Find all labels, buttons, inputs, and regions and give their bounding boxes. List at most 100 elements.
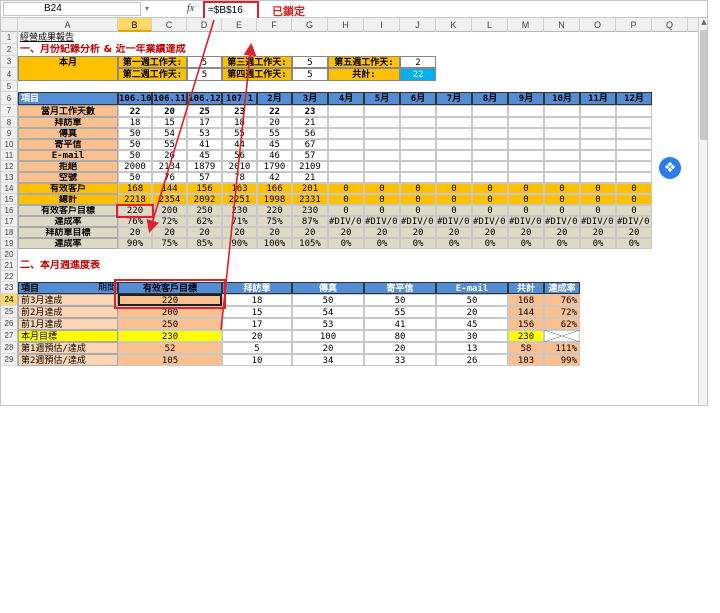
table1-cell[interactable] bbox=[400, 150, 436, 161]
table1-cell[interactable]: 20 bbox=[364, 227, 400, 238]
table1-cell[interactable] bbox=[400, 172, 436, 183]
table1-cell[interactable]: 72% bbox=[152, 216, 187, 227]
table2-cell[interactable]: 105 bbox=[118, 354, 222, 366]
table1-cell[interactable]: 0% bbox=[472, 238, 508, 249]
table1-cell[interactable]: 20 bbox=[292, 227, 328, 238]
table1-cell[interactable] bbox=[472, 150, 508, 161]
table1-cell[interactable]: 17 bbox=[187, 117, 222, 128]
table1-cell[interactable]: 20 bbox=[152, 150, 187, 161]
table1-cell[interactable]: 0% bbox=[580, 238, 616, 249]
week-value-w2[interactable]: 5 bbox=[187, 68, 222, 81]
table1-cell[interactable] bbox=[544, 105, 580, 117]
table1-cell[interactable]: 0 bbox=[508, 205, 544, 216]
row-header-6[interactable]: 6 bbox=[1, 92, 18, 105]
table1-cell[interactable] bbox=[364, 105, 400, 117]
table2-cell[interactable]: 58 bbox=[508, 342, 544, 354]
table1-cell[interactable]: 75% bbox=[257, 216, 292, 227]
table1-cell[interactable]: 67 bbox=[292, 139, 328, 150]
table1-cell[interactable]: 20 bbox=[400, 227, 436, 238]
column-header-f[interactable]: F bbox=[257, 18, 292, 32]
table1-cell[interactable]: 0 bbox=[328, 205, 364, 216]
table1-cell[interactable]: 76 bbox=[152, 172, 187, 183]
table1-cell[interactable]: #DIV/0! bbox=[400, 216, 436, 227]
table2-cell[interactable]: 103 bbox=[508, 354, 544, 366]
table1-cell[interactable] bbox=[580, 161, 616, 172]
table1-cell[interactable] bbox=[508, 128, 544, 139]
table2-cell[interactable]: 17 bbox=[222, 318, 292, 330]
table1-cell[interactable]: 55 bbox=[152, 139, 187, 150]
table1-cell[interactable] bbox=[508, 105, 544, 117]
table2-cell[interactable]: 250 bbox=[118, 318, 222, 330]
table1-cell[interactable]: 75% bbox=[152, 238, 187, 249]
table1-cell[interactable]: 0 bbox=[616, 194, 652, 205]
table1-month-header[interactable]: 3月 bbox=[292, 92, 328, 105]
table1-row-label[interactable]: 達成率 bbox=[18, 238, 118, 249]
table1-cell[interactable]: 0 bbox=[580, 183, 616, 194]
week-value-w1[interactable]: 5 bbox=[187, 56, 222, 68]
scroll-thumb[interactable] bbox=[700, 30, 707, 140]
function-icon[interactable]: fx bbox=[187, 1, 199, 17]
table1-cell[interactable]: 90% bbox=[118, 238, 152, 249]
table1-cell[interactable]: 2010 bbox=[222, 161, 257, 172]
table1-row-label[interactable]: 當月工作天數 bbox=[18, 105, 118, 117]
table2-header[interactable]: 拜訪單 bbox=[222, 282, 292, 294]
column-header-l[interactable]: L bbox=[472, 18, 508, 32]
chevron-down-icon[interactable]: ▾ bbox=[145, 2, 155, 16]
table1-cell[interactable] bbox=[328, 117, 364, 128]
row-header-25[interactable]: 25 bbox=[1, 306, 18, 318]
table1-cell[interactable] bbox=[580, 172, 616, 183]
table1-cell[interactable]: 0 bbox=[400, 205, 436, 216]
table1-cell[interactable]: 0 bbox=[364, 205, 400, 216]
week-value-w4[interactable]: 5 bbox=[292, 68, 328, 81]
table2-cell[interactable]: 52 bbox=[118, 342, 222, 354]
table1-cell[interactable]: 20 bbox=[222, 227, 257, 238]
row-header-18[interactable]: 18 bbox=[1, 227, 18, 238]
column-header-i[interactable]: I bbox=[364, 18, 400, 32]
table2-header[interactable]: E-mail bbox=[436, 282, 508, 294]
table1-cell[interactable] bbox=[616, 150, 652, 161]
table1-cell[interactable] bbox=[580, 105, 616, 117]
table2-cell[interactable]: 41 bbox=[364, 318, 436, 330]
table1-month-header[interactable]: 107.1 bbox=[222, 92, 257, 105]
row-header-19[interactable]: 19 bbox=[1, 238, 18, 249]
table1-cell[interactable]: 200 bbox=[152, 205, 187, 216]
table1-cell[interactable]: 87% bbox=[292, 216, 328, 227]
table2-cell[interactable]: 53 bbox=[292, 318, 364, 330]
table1-cell[interactable] bbox=[580, 150, 616, 161]
table1-cell[interactable]: 53 bbox=[187, 128, 222, 139]
table1-cell[interactable]: 50 bbox=[118, 128, 152, 139]
table1-cell[interactable]: 0 bbox=[400, 183, 436, 194]
table1-cell[interactable]: 1998 bbox=[257, 194, 292, 205]
table1-cell[interactable]: #DIV/0! bbox=[472, 216, 508, 227]
scroll-up-icon[interactable]: ▲ bbox=[699, 18, 707, 28]
table1-cell[interactable] bbox=[472, 161, 508, 172]
table2-header[interactable]: 達成率 bbox=[544, 282, 580, 294]
table1-cell[interactable]: 2251 bbox=[222, 194, 257, 205]
table1-cell[interactable] bbox=[472, 172, 508, 183]
column-header-k[interactable]: K bbox=[436, 18, 472, 32]
table1-cell[interactable] bbox=[508, 161, 544, 172]
table1-row-label[interactable]: 拜訪單目標 bbox=[18, 227, 118, 238]
table1-cell[interactable] bbox=[400, 161, 436, 172]
table2-cell[interactable]: 50 bbox=[292, 294, 364, 306]
row-header-7[interactable]: 7 bbox=[1, 105, 18, 117]
table2-cell[interactable]: 33 bbox=[364, 354, 436, 366]
table1-cell[interactable]: #DIV/0! bbox=[328, 216, 364, 227]
table2-cell[interactable]: 100 bbox=[292, 330, 364, 342]
table1-cell[interactable] bbox=[508, 172, 544, 183]
table1-cell[interactable] bbox=[364, 172, 400, 183]
row-header-16[interactable]: 16 bbox=[1, 205, 18, 216]
table1-cell[interactable]: 23 bbox=[292, 105, 328, 117]
row-header-10[interactable]: 10 bbox=[1, 139, 18, 150]
table1-cell[interactable] bbox=[436, 161, 472, 172]
table2-row-label[interactable]: 前1月達成 bbox=[18, 318, 118, 330]
table1-cell[interactable]: 18 bbox=[222, 117, 257, 128]
table1-cell[interactable]: 0% bbox=[616, 238, 652, 249]
table1-cell[interactable]: 57 bbox=[292, 150, 328, 161]
table2-cell[interactable]: 156 bbox=[508, 318, 544, 330]
table1-row-label[interactable]: 寄平信 bbox=[18, 139, 118, 150]
row-header-12[interactable]: 12 bbox=[1, 161, 18, 172]
table2-cell[interactable]: 99% bbox=[544, 354, 580, 366]
table1-cell[interactable]: 0% bbox=[508, 238, 544, 249]
table1-cell[interactable]: 166 bbox=[257, 183, 292, 194]
